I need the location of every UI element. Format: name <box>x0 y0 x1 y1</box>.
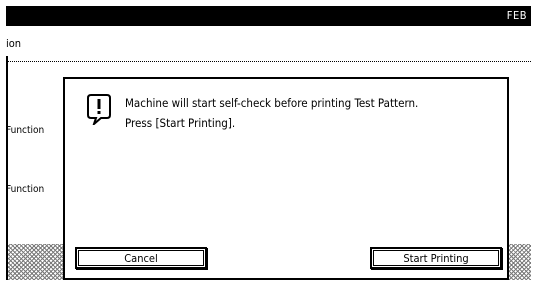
background-title: ion <box>6 37 22 50</box>
start-printing-button[interactable]: Start Printing <box>370 247 502 269</box>
start-printing-button-label: Start Printing <box>403 251 469 265</box>
cancel-button-label: Cancel <box>124 251 158 265</box>
background-function-label: Function <box>6 125 45 136</box>
confirmation-dialog: Machine will start self-check before pri… <box>63 77 509 280</box>
status-bar: FEB <box>6 6 531 26</box>
background-title-bar: ion <box>6 26 531 62</box>
dialog-message-line: Press [Start Printing]. <box>125 116 236 130</box>
month-label: FEB <box>506 9 527 22</box>
cancel-button[interactable]: Cancel <box>75 247 207 269</box>
dialog-message: Machine will start self-check before pri… <box>125 93 505 133</box>
screen: FEB ion Function Function Machine will s… <box>6 6 531 280</box>
dialog-message-line: Machine will start self-check before pri… <box>125 96 419 110</box>
background-function-label: Function <box>6 184 45 195</box>
info-icon <box>87 94 111 125</box>
